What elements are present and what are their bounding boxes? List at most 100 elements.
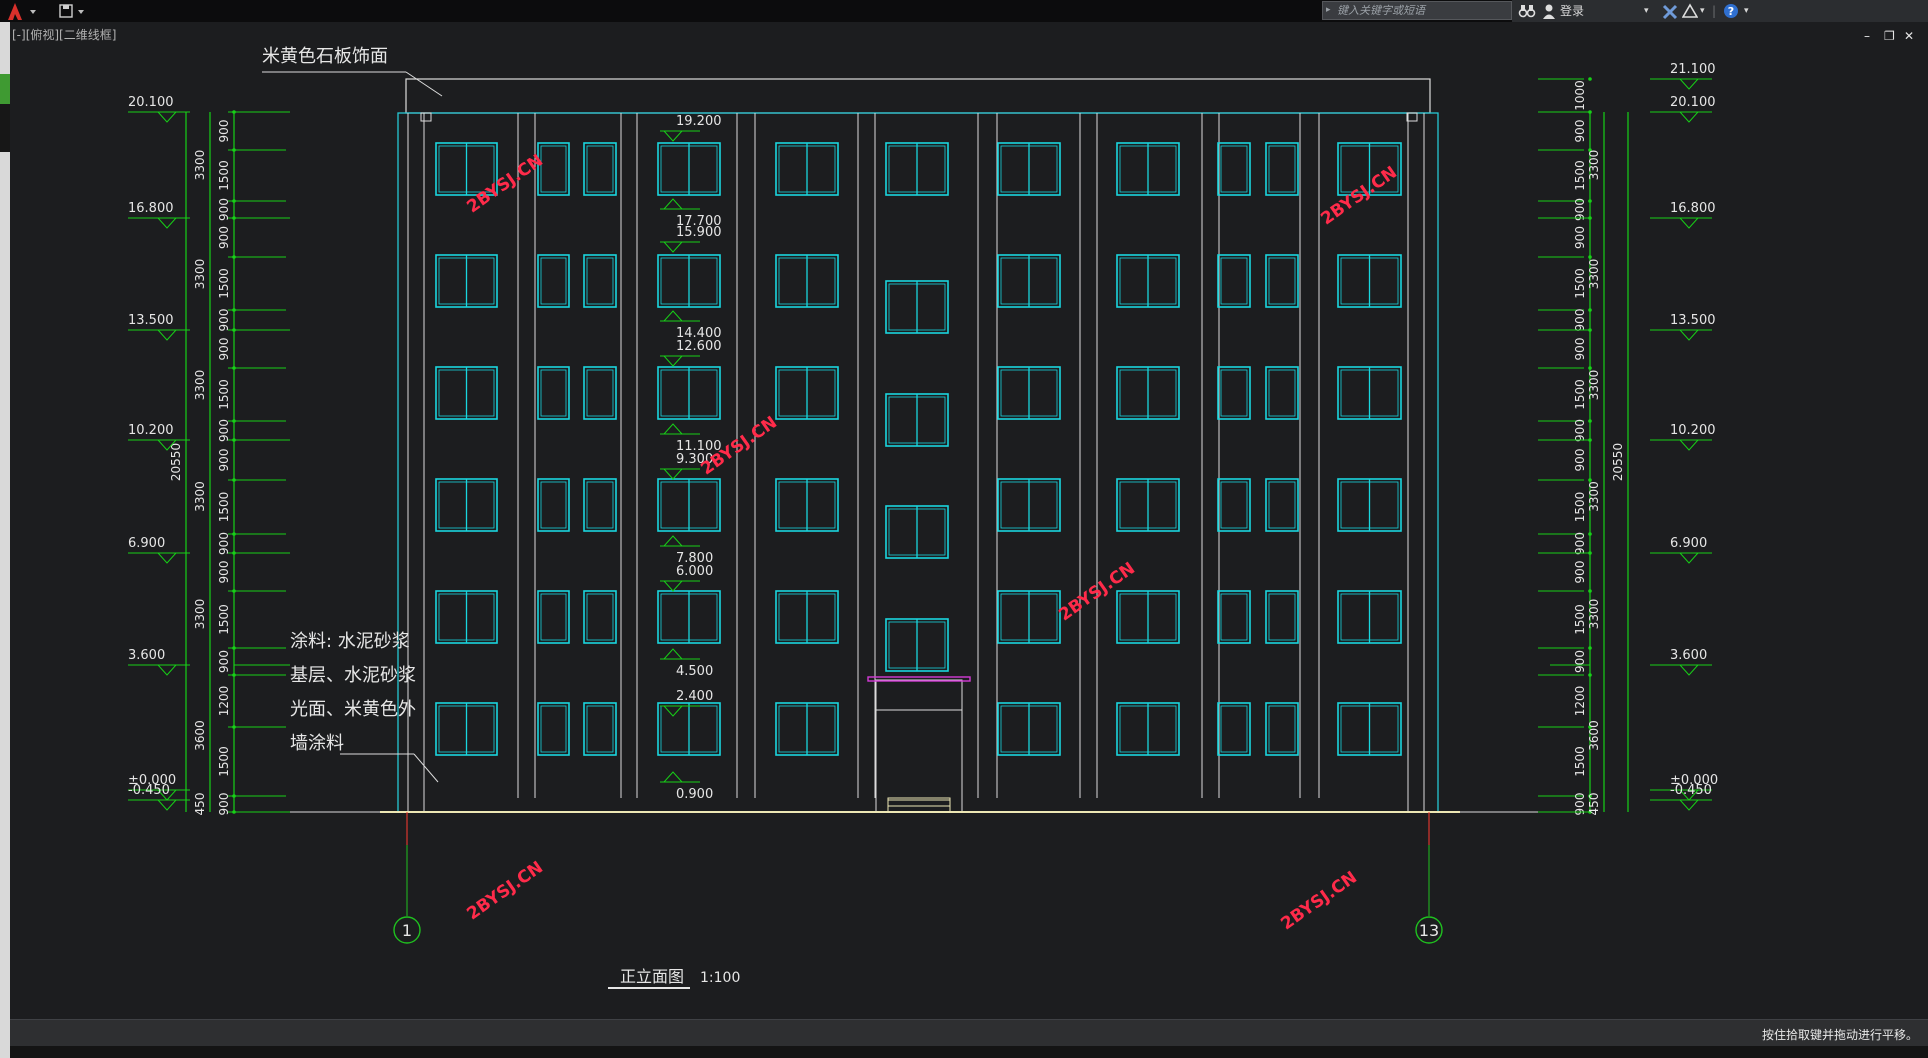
window-inner-frame [540, 369, 567, 417]
parapet-outline [405, 78, 1431, 114]
window [775, 254, 839, 308]
sub-dimension-label: 900 [217, 226, 231, 249]
floor-dimension-label: 3300 [193, 150, 207, 181]
elevation-label: 10.200 [128, 423, 174, 438]
downpipe-cap-left [420, 112, 432, 122]
sub-dimension-label: 900 [1573, 120, 1587, 143]
window [1217, 702, 1251, 756]
window-frame [583, 478, 617, 532]
window [657, 366, 721, 420]
window [1217, 478, 1251, 532]
window-inner-frame [540, 257, 567, 305]
total-height-label: 20550 [169, 443, 183, 481]
sub-dimension-label: 900 [1573, 309, 1587, 332]
elevation-marker-icon [662, 198, 684, 210]
window-inner-frame [1220, 145, 1248, 193]
bottom-strip [10, 1046, 1928, 1058]
floor-dimension-label: 3300 [193, 481, 207, 512]
dimension-node [232, 366, 236, 370]
window-inner-frame [540, 593, 567, 641]
window [537, 702, 570, 756]
elevation-label: 13.500 [1670, 313, 1716, 328]
window [583, 366, 617, 420]
window-frame [1217, 590, 1251, 644]
window-inner-frame [540, 705, 567, 753]
window [537, 590, 570, 644]
dimension-node [1588, 419, 1592, 423]
elevation-marker-icon [1678, 78, 1700, 90]
dimension-node [232, 725, 236, 729]
elevation-marker-icon [662, 130, 684, 142]
elevation-marker-icon [156, 329, 178, 341]
note-leader [413, 753, 439, 783]
window [775, 366, 839, 420]
window [435, 702, 498, 756]
window-inner-frame [1220, 593, 1248, 641]
dimension-node [232, 255, 236, 259]
status-bar: 按住拾取键并拖动进行平移。 [10, 1019, 1928, 1046]
drawing-canvas[interactable]: 19.20017.70015.90014.40012.60011.1009.30… [0, 0, 1928, 1018]
window-frame [537, 590, 570, 644]
window [997, 142, 1061, 196]
window-frame [1217, 254, 1251, 308]
elevation-marker-icon [1678, 664, 1700, 676]
window [1337, 478, 1402, 532]
stair-window [885, 618, 949, 672]
status-message: 按住拾取键并拖动进行平移。 [1761, 1028, 1918, 1042]
window [1265, 590, 1299, 644]
sub-dimension-label: 900 [217, 419, 231, 442]
sub-dimension-label: 1500 [217, 746, 231, 777]
window [775, 142, 839, 196]
elevation-marker-icon [1678, 439, 1700, 451]
window [583, 590, 617, 644]
elevation-label: 21.100 [1670, 62, 1716, 77]
sub-dimension-label: 1500 [1573, 379, 1587, 410]
sub-dimension-label: 900 [217, 338, 231, 361]
floor-dimension-label: 3600 [193, 720, 207, 751]
elevation-marker-icon [1678, 552, 1700, 564]
elevation-marker-icon [1678, 217, 1700, 229]
sub-dimension-label: 1500 [217, 268, 231, 299]
window-frame [1265, 590, 1299, 644]
sub-dimension-label: 900 [1573, 226, 1587, 249]
facade-note-label: 米黄色石板饰面 [262, 46, 388, 67]
sub-dimension-label: 900 [1573, 419, 1587, 442]
dimension-node [1588, 366, 1592, 370]
elevation-marker-icon [662, 580, 684, 592]
watermark-label: 2BYSJ.CN [463, 858, 546, 925]
elevation-label: 3.600 [128, 648, 165, 663]
window [1265, 366, 1299, 420]
window [583, 142, 617, 196]
entrance-canopy [867, 676, 971, 682]
dimension-node [1588, 308, 1592, 312]
window [435, 590, 498, 644]
elevation-marker-icon [156, 799, 178, 811]
elevation-marker-icon [662, 468, 684, 480]
entrance-frame [875, 679, 963, 813]
paint-note-label: 墙涂料 [290, 733, 344, 754]
window [1116, 254, 1180, 308]
center-elevation-label: 15.900 [676, 225, 722, 240]
sub-dimension-label: 1200 [217, 686, 231, 717]
building-outline [397, 112, 1439, 813]
window [1217, 366, 1251, 420]
center-elevation-label: 19.200 [676, 114, 722, 129]
window [1116, 366, 1180, 420]
watermark-label: 2BYSJ.CN [463, 151, 546, 218]
window-frame [1217, 366, 1251, 420]
floor-dimension-label: 3300 [1587, 481, 1601, 512]
window [657, 590, 721, 644]
window-inner-frame [540, 145, 567, 193]
window-frame [1265, 366, 1299, 420]
window [583, 478, 617, 532]
dimension-node [232, 589, 236, 593]
window [537, 478, 570, 532]
window-inner-frame [540, 481, 567, 529]
elevation-marker-icon [662, 355, 684, 367]
window [657, 702, 721, 756]
window [775, 590, 839, 644]
dimension-node [1588, 589, 1592, 593]
window-frame [1265, 142, 1299, 196]
sub-dimension-label: 900 [1573, 338, 1587, 361]
window-inner-frame [1220, 705, 1248, 753]
